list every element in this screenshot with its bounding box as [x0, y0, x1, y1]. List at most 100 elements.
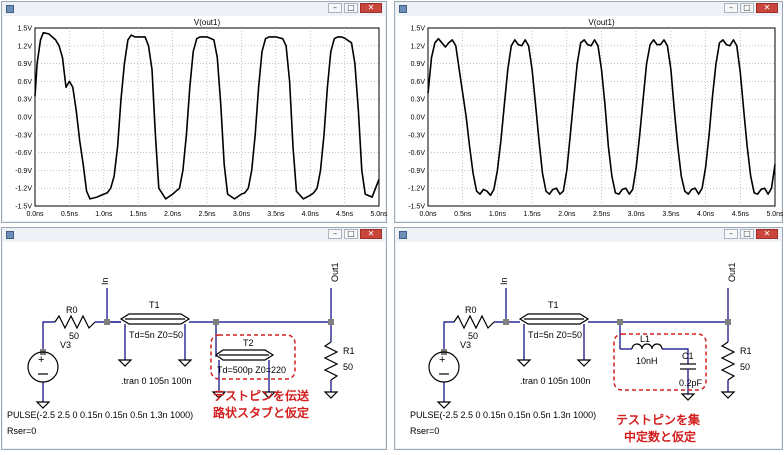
plot-pane[interactable]: V(out1) 1.5V 1.2V 0.9V 0.6V 0.3V 0.0V -0.3V -0.6…: [3, 16, 388, 223]
ground-symbol: [576, 359, 592, 367]
app-icon: [6, 5, 14, 13]
out-label[interactable]: Out1: [727, 262, 737, 282]
x-tick-label: 1.5ns: [130, 211, 148, 218]
r0-label[interactable]: R0: [66, 305, 78, 315]
in-label[interactable]: In: [499, 277, 509, 285]
out-label[interactable]: Out1: [330, 262, 340, 282]
t1-params[interactable]: Td=5n Z0=50: [528, 330, 582, 340]
t2-params[interactable]: Td=500p Z0=220: [217, 365, 286, 375]
close-button[interactable]: ✕: [360, 3, 382, 13]
node-dot: [328, 319, 334, 325]
y-tick-label: -0.6V: [15, 150, 32, 157]
y-tick-label: -0.9V: [408, 168, 425, 175]
minimize-button[interactable]: –: [724, 229, 738, 239]
v3-label[interactable]: V3: [60, 340, 71, 350]
waveform-plot[interactable]: V(out1) 1.5V 1.2V 0.9V 0.6V 0.3V 0.0V -0.3V -0.6…: [396, 16, 784, 223]
node-dot: [213, 319, 219, 325]
l1-label[interactable]: L1: [640, 334, 650, 344]
x-tick-label: 2.5ns: [198, 211, 216, 218]
node-dot: [617, 319, 623, 325]
ground-symbol: [516, 359, 532, 367]
t1-label[interactable]: T1: [149, 300, 160, 310]
rser-spec[interactable]: Rser=0: [410, 426, 439, 436]
schematic-lumped[interactable]: + R0 50 V3 In T1 Td=5n Z0=50 L1 10nH C1 …: [396, 242, 783, 450]
resistor-r0[interactable]: [453, 314, 495, 330]
minimize-button[interactable]: –: [724, 3, 738, 13]
close-button[interactable]: ✕: [756, 229, 778, 239]
l1-value[interactable]: 10nH: [636, 356, 658, 366]
schematic-window-left: – □ ✕ + R0 50 V3 In T1 Td=5n Z0=50 T2 Td…: [1, 227, 387, 450]
plot-window-right: – □ ✕ V(out1) 1.5V 1.2V 0.9V 0.6V 0.3V 0.0V -0.…: [394, 1, 784, 223]
r0-label[interactable]: R0: [465, 305, 477, 315]
y-tick-label: 1.2V: [18, 43, 33, 50]
r1-label[interactable]: R1: [740, 346, 752, 356]
plot-window-left: – □ ✕ V(out1) 1.5V 1.2V 0.9V 0.6V 0.3V 0.0V -0.…: [1, 1, 388, 223]
window-titlebar: – □ ✕: [2, 228, 386, 242]
r1-value[interactable]: 50: [343, 362, 353, 372]
y-tick-label: 0.3V: [411, 97, 426, 104]
maximize-button[interactable]: □: [344, 229, 358, 239]
t1-params[interactable]: Td=5n Z0=50: [129, 330, 183, 340]
pulse-spec[interactable]: PULSE(-2.5 2.5 0 0.15n 0.15n 0.5n 1.3n 1…: [410, 410, 596, 420]
minimize-button[interactable]: –: [328, 229, 342, 239]
c1-label[interactable]: C1: [682, 351, 694, 361]
tran-directive[interactable]: .tran 0 105n 100n: [520, 376, 591, 386]
schematic-canvas[interactable]: + R0 50 V3 In T1 Td=5n Z0=50 L1 10nH C1 …: [396, 242, 781, 448]
y-tick-label: 0.3V: [18, 97, 33, 104]
svg-text:+: +: [439, 354, 445, 366]
y-tick-label: -0.6V: [408, 150, 425, 157]
resistor-r1[interactable]: [323, 341, 339, 381]
resistor-r0[interactable]: [54, 314, 96, 330]
rser-spec[interactable]: Rser=0: [7, 426, 36, 436]
x-tick-label: 0.0ns: [419, 211, 437, 218]
maximize-button[interactable]: □: [344, 3, 358, 13]
y-tick-label: 0.9V: [18, 61, 33, 68]
schematic-canvas[interactable]: + R0 50 V3 In T1 Td=5n Z0=50 T2 Td=500p …: [3, 242, 385, 448]
r1-value[interactable]: 50: [740, 362, 750, 372]
y-tick-label: 0.0V: [411, 115, 426, 122]
annotation-line-1: テストピンを伝送: [213, 388, 310, 403]
app-icon: [399, 5, 407, 13]
x-tick-label: 2.5ns: [593, 211, 611, 218]
plot-title: V(out1): [588, 18, 615, 27]
node-dot: [503, 319, 509, 325]
maximize-button[interactable]: □: [740, 3, 754, 13]
minimize-button[interactable]: –: [328, 3, 342, 13]
plot-title: V(out1): [194, 18, 221, 27]
y-tick-label: -1.5V: [15, 204, 32, 211]
r1-label[interactable]: R1: [343, 346, 355, 356]
x-tick-label: 4.0ns: [697, 211, 715, 218]
pulse-spec[interactable]: PULSE(-2.5 2.5 0 0.15n 0.15n 0.5n 1.3n 1…: [7, 410, 193, 420]
y-tick-label: 1.5V: [18, 26, 33, 33]
x-tick-label: 0.5ns: [454, 211, 472, 218]
tran-directive[interactable]: .tran 0 105n 100n: [121, 376, 192, 386]
x-tick-label: 0.5ns: [61, 211, 79, 218]
x-tick-label: 3.0ns: [233, 211, 251, 218]
t2-label[interactable]: T2: [243, 338, 254, 348]
v3-label[interactable]: V3: [460, 340, 471, 350]
ground-symbol: [720, 391, 736, 399]
maximize-button[interactable]: □: [740, 229, 754, 239]
y-tick-label: -0.3V: [408, 132, 425, 139]
wire[interactable]: [443, 321, 454, 352]
plot-pane[interactable]: V(out1) 1.5V 1.2V 0.9V 0.6V 0.3V 0.0V -0.3V -0.6…: [396, 16, 784, 223]
y-tick-label: -0.3V: [15, 132, 32, 139]
inductor-l1[interactable]: [631, 343, 663, 350]
window-titlebar: – □ ✕: [395, 228, 782, 242]
window-titlebar: – □ ✕: [2, 2, 386, 16]
schematic-stub[interactable]: + R0 50 V3 In T1 Td=5n Z0=50 T2 Td=500p …: [3, 242, 387, 450]
wire[interactable]: [42, 321, 55, 352]
x-tick-label: 3.5ns: [267, 211, 285, 218]
c1-value[interactable]: 0.2pF: [679, 378, 703, 388]
y-tick-label: 0.6V: [18, 79, 33, 86]
close-button[interactable]: ✕: [360, 229, 382, 239]
window-titlebar: – □ ✕: [395, 2, 782, 16]
in-label[interactable]: In: [100, 277, 110, 285]
close-button[interactable]: ✕: [756, 3, 778, 13]
resistor-r1[interactable]: [720, 341, 736, 381]
app-icon: [399, 231, 407, 239]
t1-label[interactable]: T1: [548, 300, 559, 310]
waveform-plot[interactable]: V(out1) 1.5V 1.2V 0.9V 0.6V 0.3V 0.0V -0.3V -0.6…: [3, 16, 388, 223]
annotation-line-2: 中定数と仮定: [624, 429, 696, 444]
x-tick-label: 2.0ns: [558, 211, 576, 218]
